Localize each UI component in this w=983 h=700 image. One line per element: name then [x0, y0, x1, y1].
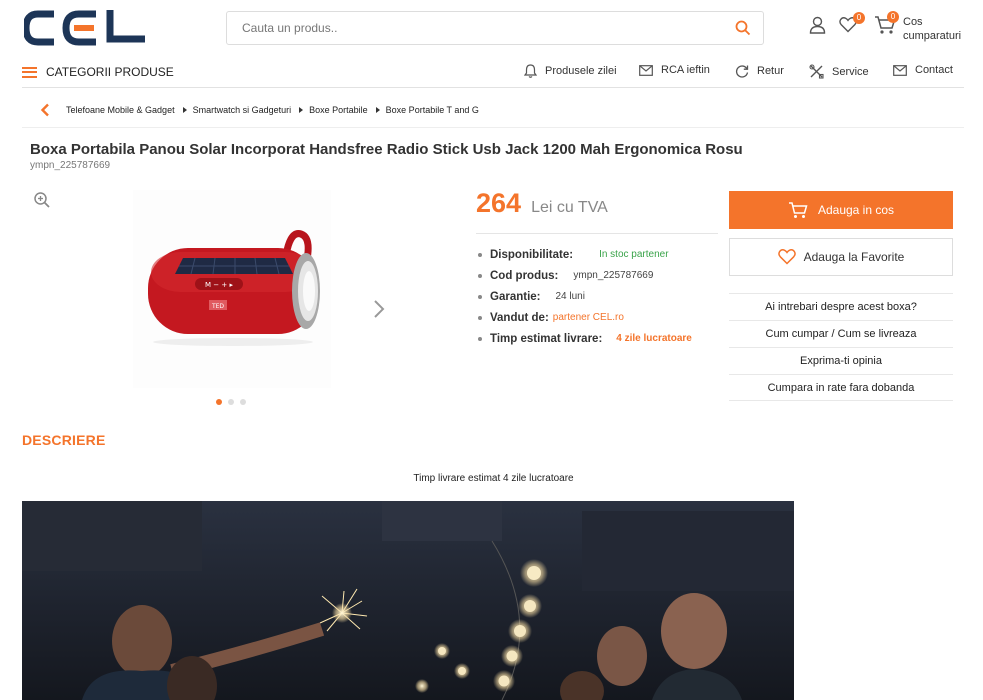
- how-to-buy-link[interactable]: Cum cumpar / Cum se livreaza: [729, 320, 953, 347]
- availability-value: In stoc partener: [599, 249, 669, 260]
- caret-right-icon: [299, 106, 304, 113]
- speaker-image: M − + ▸ TED: [148, 230, 320, 346]
- breadcrumb-item[interactable]: Smartwatch si Gadgeturi: [193, 105, 304, 115]
- svg-text:M − + ▸: M − + ▸: [205, 281, 233, 289]
- nav-link-label: Produsele zilei: [545, 65, 617, 77]
- breadcrumb-item[interactable]: Telefoane Mobile & Gadget: [66, 105, 187, 115]
- review-link[interactable]: Exprima-ti opinia: [729, 347, 953, 374]
- caret-right-icon: [182, 106, 187, 113]
- cart-count-badge: 0: [887, 11, 899, 23]
- hamburger-icon: [22, 66, 37, 78]
- installments-link[interactable]: Cumpara in rate fara dobanda: [729, 374, 953, 401]
- nav-link-label: Service: [832, 65, 869, 78]
- seller-link[interactable]: partener CEL.ro: [553, 312, 624, 323]
- zoom-icon[interactable]: [33, 191, 51, 209]
- main-navigation: CATEGORII PRODUSE Produsele zilei RCA ie…: [22, 58, 964, 88]
- add-to-favorites-button[interactable]: Adauga la Favorite: [729, 238, 953, 276]
- product-specs: Disponibilitate: In stoc partener Cod pr…: [476, 233, 718, 349]
- nav-link-service[interactable]: Service: [809, 64, 869, 79]
- delivery-time-value: 4 zile lucratoare: [616, 333, 692, 344]
- search-bar: [226, 11, 764, 45]
- add-to-cart-label: Adauga in cos: [817, 203, 895, 217]
- product-code-value: ympn_225787669: [573, 270, 654, 281]
- nav-link-rca-ieftin[interactable]: RCA ieftin: [639, 64, 710, 76]
- caret-right-icon: [375, 106, 380, 113]
- search-input[interactable]: [227, 12, 707, 44]
- nav-link-contact[interactable]: Contact: [893, 64, 953, 76]
- nav-link-label: Contact: [915, 64, 953, 76]
- gallery-dot[interactable]: [240, 399, 246, 405]
- price-currency: Lei cu TVA: [531, 199, 608, 216]
- bell-icon: [524, 64, 537, 78]
- chevron-left-icon: [40, 103, 49, 116]
- breadcrumb: Telefoane Mobile & Gadget Smartwatch si …: [22, 92, 964, 128]
- description-heading: DESCRIERE: [22, 432, 106, 448]
- spec-row: Garantie: 24 luni: [476, 286, 718, 307]
- favorites-count-badge: 0: [853, 12, 865, 24]
- svg-text:TED: TED: [211, 303, 224, 310]
- spec-row: Vandut de: partener CEL.ro: [476, 307, 718, 328]
- warranty-value: 24 luni: [555, 291, 585, 302]
- nav-link-label: RCA ieftin: [661, 64, 710, 76]
- mail-icon: [893, 64, 907, 76]
- add-to-favorites-label: Adauga la Favorite: [803, 250, 905, 264]
- gallery-dot[interactable]: [228, 399, 234, 405]
- heart-icon: [777, 249, 796, 265]
- mail-icon: [639, 64, 653, 76]
- cart-label[interactable]: Cos cumparaturi: [903, 15, 973, 43]
- chevron-right-icon[interactable]: [372, 299, 386, 319]
- price-block: 264 Lei cu TVA: [476, 188, 608, 219]
- gallery-dot[interactable]: [216, 399, 222, 405]
- breadcrumb-item[interactable]: Boxe Portabile: [309, 105, 380, 115]
- price-value: 264: [476, 188, 522, 218]
- spec-row: Disponibilitate: In stoc partener: [476, 244, 718, 265]
- spec-row: Timp estimat livrare: 4 zile lucratoare: [476, 328, 718, 349]
- categories-menu-button[interactable]: CATEGORII PRODUSE: [22, 65, 174, 79]
- gallery-pagination: [216, 399, 246, 405]
- product-help-links: Ai intrebari despre acest boxa? Cum cump…: [729, 293, 953, 401]
- breadcrumb-item[interactable]: Boxe Portabile T and G: [386, 105, 479, 115]
- back-button[interactable]: [30, 100, 60, 120]
- nav-link-retur[interactable]: Retur: [735, 64, 784, 78]
- spec-row: Cod produs: ympn_225787669: [476, 265, 718, 286]
- product-sku: ympn_225787669: [30, 160, 111, 171]
- user-icon[interactable]: [809, 16, 826, 34]
- cart-icon: [788, 202, 808, 218]
- cel-logo[interactable]: [24, 10, 146, 46]
- description-text: Timp livrare estimat 4 zile lucratoare: [413, 473, 574, 484]
- add-to-cart-button[interactable]: Adauga in cos: [729, 191, 953, 229]
- categories-label: CATEGORII PRODUSE: [46, 65, 174, 79]
- return-icon: [735, 65, 749, 78]
- tools-icon: [809, 64, 824, 79]
- product-title: Boxa Portabila Panou Solar Incorporat Ha…: [30, 141, 743, 158]
- party-photo: [22, 501, 794, 700]
- cart-link[interactable]: 0: [874, 11, 899, 35]
- nav-link-label: Retur: [757, 65, 784, 77]
- search-icon[interactable]: [735, 20, 751, 36]
- questions-link[interactable]: Ai intrebari despre acest boxa?: [729, 293, 953, 320]
- nav-link-produsele-zilei[interactable]: Produsele zilei: [524, 64, 617, 78]
- favorites-link[interactable]: 0: [839, 12, 865, 34]
- description-photo: [22, 501, 794, 700]
- product-image[interactable]: M − + ▸ TED: [133, 190, 331, 388]
